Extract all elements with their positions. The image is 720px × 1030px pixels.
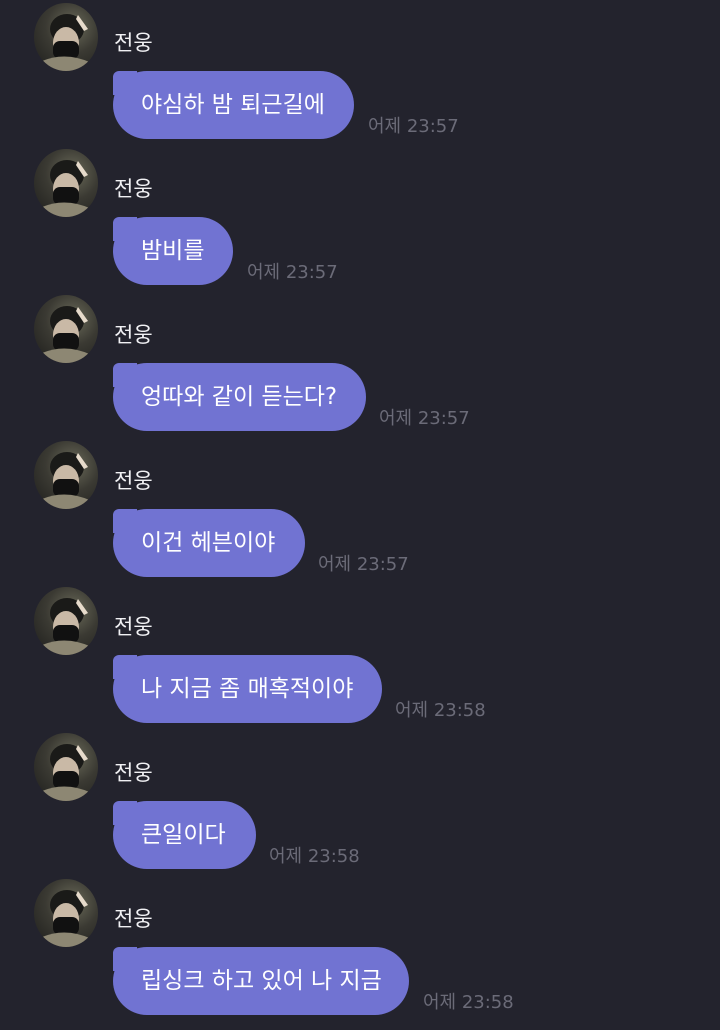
avatar[interactable] <box>34 149 98 217</box>
sender-name: 전웅 <box>114 761 153 785</box>
profile-photo-icon <box>42 14 92 71</box>
profile-photo-icon <box>42 452 92 509</box>
message-bubble[interactable]: 나 지금 좀 매혹적이야 <box>113 655 382 723</box>
message-bubble[interactable]: 립싱크 하고 있어 나 지금 <box>113 947 409 1015</box>
sender-name: 전웅 <box>114 907 153 931</box>
avatar[interactable] <box>34 733 98 801</box>
message-group: 전웅 나 지금 좀 매혹적이야 어제 23:58 <box>0 587 720 733</box>
message-timestamp: 어제 23:57 <box>368 116 459 137</box>
message-bubble[interactable]: 엉따와 같이 듣는다? <box>113 363 366 431</box>
message-timestamp: 어제 23:58 <box>395 700 486 721</box>
message-bubble[interactable]: 이건 헤븐이야 <box>113 509 305 577</box>
avatar[interactable] <box>34 295 98 363</box>
sender-name: 전웅 <box>114 31 153 55</box>
profile-photo-icon <box>42 598 92 655</box>
profile-photo-icon <box>42 160 92 217</box>
message-timestamp: 어제 23:57 <box>379 408 470 429</box>
sender-name: 전웅 <box>114 177 153 201</box>
message-timestamp: 어제 23:58 <box>423 992 514 1013</box>
avatar[interactable] <box>34 587 98 655</box>
chat-message-list[interactable]: 전웅 야심하 밤 퇴근길에 어제 23:57 전웅 밤비를 어제 23:57 전… <box>0 0 720 1030</box>
message-bubble[interactable]: 큰일이다 <box>113 801 256 869</box>
message-bubble[interactable]: 야심하 밤 퇴근길에 <box>113 71 354 139</box>
sender-name: 전웅 <box>114 615 153 639</box>
avatar[interactable] <box>34 3 98 71</box>
message-timestamp: 어제 23:57 <box>247 262 338 283</box>
message-group: 전웅 야심하 밤 퇴근길에 어제 23:57 <box>0 3 720 149</box>
profile-photo-icon <box>42 306 92 363</box>
sender-name: 전웅 <box>114 469 153 493</box>
message-group: 전웅 큰일이다 어제 23:58 <box>0 733 720 879</box>
message-group: 전웅 엉따와 같이 듣는다? 어제 23:57 <box>0 295 720 441</box>
profile-photo-icon <box>42 744 92 801</box>
sender-name: 전웅 <box>114 323 153 347</box>
avatar[interactable] <box>34 441 98 509</box>
profile-photo-icon <box>42 890 92 947</box>
avatar[interactable] <box>34 879 98 947</box>
message-group: 전웅 밤비를 어제 23:57 <box>0 149 720 295</box>
message-group: 전웅 립싱크 하고 있어 나 지금 어제 23:58 <box>0 879 720 1025</box>
message-group: 전웅 이건 헤븐이야 어제 23:57 <box>0 441 720 587</box>
message-bubble[interactable]: 밤비를 <box>113 217 233 285</box>
message-timestamp: 어제 23:57 <box>318 554 409 575</box>
message-timestamp: 어제 23:58 <box>269 846 360 867</box>
